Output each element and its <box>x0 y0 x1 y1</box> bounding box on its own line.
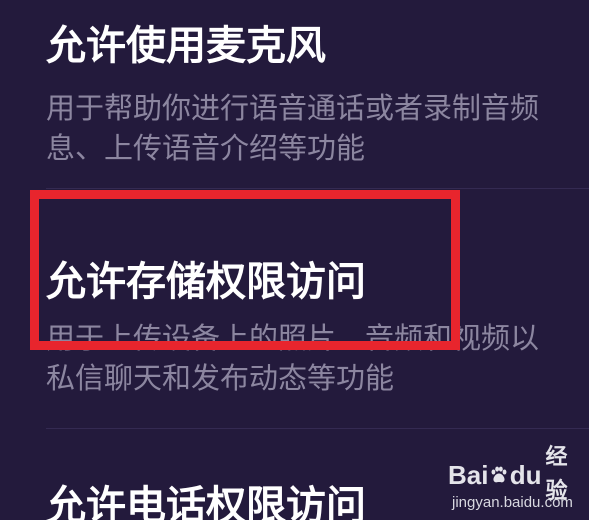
permission-description-microphone-line2: 息、上传语音介绍等功能 <box>46 131 366 165</box>
permission-settings-screen: 允许使用麦克风 用于帮助你进行语音通话或者录制音频 息、上传语音介绍等功能 允许… <box>0 0 589 520</box>
permission-item-storage[interactable]: 允许存储权限访问 用于上传设备上的照片、音频和视频以 私信聊天和发布动态等功能 <box>0 190 589 425</box>
permission-title-phone: 允许电话权限访问 <box>46 483 366 520</box>
permission-description-storage-line2: 私信聊天和发布动态等功能 <box>46 361 395 395</box>
divider <box>46 428 589 429</box>
permission-title-microphone: 允许使用麦克风 <box>46 23 326 69</box>
permission-item-phone[interactable]: 允许电话权限访问 <box>0 430 589 520</box>
permission-description-microphone-line1: 用于帮助你进行语音通话或者录制音频 <box>46 91 540 125</box>
permission-description-storage-line1: 用于上传设备上的照片、音频和视频以 <box>46 321 540 355</box>
permission-title-storage: 允许存储权限访问 <box>46 259 366 305</box>
permission-item-microphone[interactable]: 允许使用麦克风 用于帮助你进行语音通话或者录制音频 息、上传语音介绍等功能 <box>0 0 589 185</box>
divider <box>46 188 589 189</box>
